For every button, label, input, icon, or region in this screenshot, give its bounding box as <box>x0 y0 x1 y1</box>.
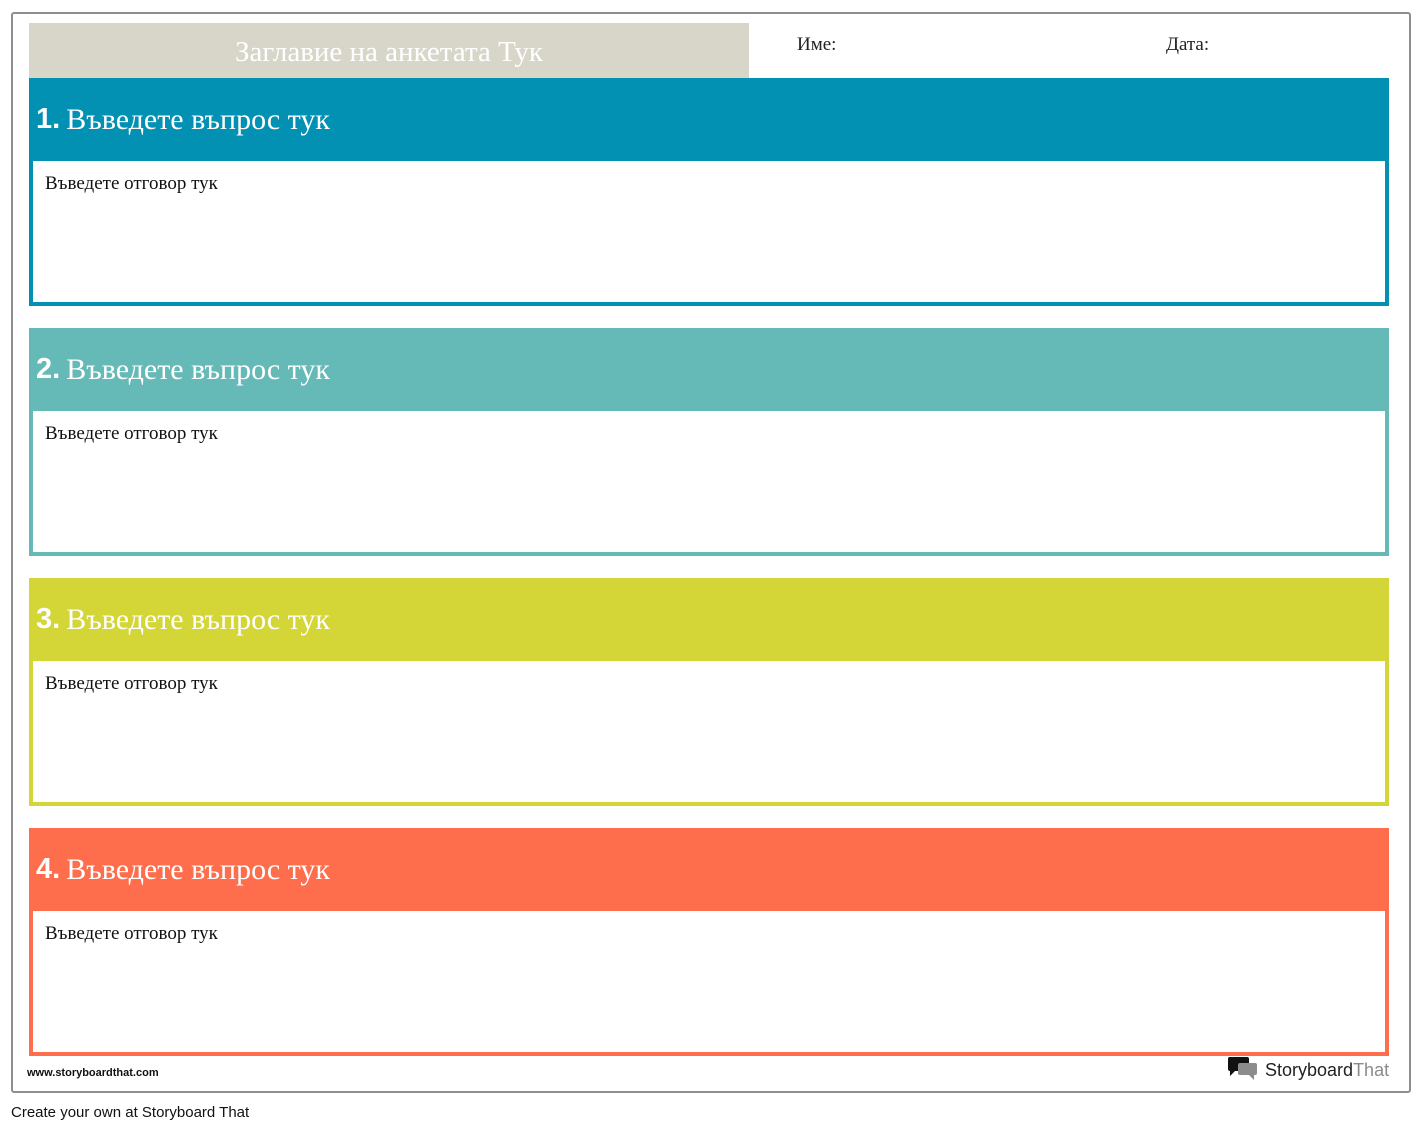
storyboardthat-logo[interactable]: StoryboardThat <box>1227 1055 1389 1086</box>
logo-text-that: That <box>1353 1060 1390 1080</box>
question-header-3[interactable]: 3. Въведете въпрос тук <box>29 578 1389 661</box>
answer-box-3[interactable]: Въведете отговор тук <box>29 661 1389 806</box>
date-label: Дата: <box>1166 34 1210 55</box>
question-header-4[interactable]: 4. Въведете въпрос тук <box>29 828 1389 911</box>
answer-box-4[interactable]: Въведете отговор тук <box>29 911 1389 1056</box>
answer-box-1[interactable]: Въведете отговор тук <box>29 161 1389 306</box>
question-block-2: 2. Въведете въпрос тук Въведете отговор … <box>29 328 1389 556</box>
survey-title[interactable]: Заглавие на анкетата Тук <box>29 23 749 78</box>
answer-box-2[interactable]: Въведете отговор тук <box>29 411 1389 556</box>
question-header-1[interactable]: 1. Въведете въпрос тук <box>29 78 1389 161</box>
question-number: 2. <box>36 353 61 385</box>
name-label: Име: <box>797 34 837 55</box>
question-number: 4. <box>36 853 61 885</box>
logo-text-storyboard: Storyboard <box>1265 1060 1354 1080</box>
question-header-2[interactable]: 2. Въведете въпрос тук <box>29 328 1389 411</box>
question-text[interactable]: Въведете въпрос тук <box>66 603 330 637</box>
question-text[interactable]: Въведете въпрос тук <box>66 853 330 887</box>
question-block-3: 3. Въведете въпрос тук Въведете отговор … <box>29 578 1389 806</box>
question-number: 3. <box>36 603 61 635</box>
speech-bubbles-icon <box>1227 1055 1259 1086</box>
question-text[interactable]: Въведете въпрос тук <box>66 103 330 137</box>
question-block-1: 1. Въведете въпрос тук Въведете отговор … <box>29 78 1389 306</box>
website-url[interactable]: www.storyboardthat.com <box>27 1067 159 1079</box>
footer-cta-link[interactable]: Create your own at Storyboard That <box>11 1104 249 1121</box>
question-block-4: 4. Въведете въпрос тук Въведете отговор … <box>29 828 1389 1056</box>
question-number: 1. <box>36 103 61 135</box>
question-text[interactable]: Въведете въпрос тук <box>66 353 330 387</box>
